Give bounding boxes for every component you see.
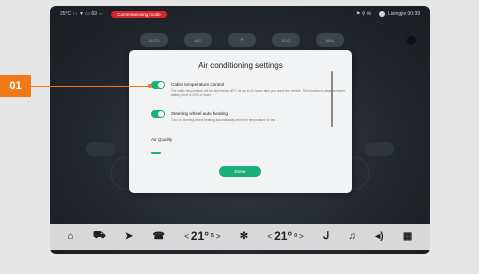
cabin-temp-control-desc: The cabin temperature will be kept below…: [171, 89, 345, 98]
cabin-temp-control-title: Cabin temperature control: [171, 82, 225, 87]
air-quality-indicator: [151, 152, 161, 154]
apps-icon[interactable]: ▦: [403, 231, 412, 242]
done-button[interactable]: Done: [219, 166, 261, 177]
left-temp-decimal: 5: [211, 233, 214, 239]
left-temp-value: 21°: [190, 229, 210, 243]
climate-quick-controls: AUTO A/C ⦿ ECO MAX: [140, 33, 344, 47]
home-icon[interactable]: ⌂: [68, 231, 74, 242]
steering-heating-desc: Turn on steering wheel heating automatic…: [171, 118, 275, 122]
steering-heating-toggle[interactable]: [151, 110, 165, 118]
user-info[interactable]: Lixingjie 00:39: [379, 11, 420, 17]
commissioning-badge: Commissioning mode: [111, 10, 167, 18]
status-bar: 25°C ↑↓ ▼ ▭ 69 ⇔ Commissioning mode ⚑ ⚲ …: [50, 6, 430, 22]
right-temp-down[interactable]: <: [267, 232, 272, 241]
status-icons: ⚑ ⚲ ✉: [355, 11, 372, 17]
left-temp-up[interactable]: >: [216, 232, 221, 241]
volume-icon[interactable]: ◂): [375, 231, 383, 242]
music-icon[interactable]: ♫: [349, 231, 357, 242]
dialog-title: Air conditioning settings: [198, 61, 283, 70]
callout-dot: [148, 84, 152, 88]
callout-line: [31, 86, 151, 87]
right-vent-control[interactable]: [364, 142, 394, 156]
bottom-dock: ⌂ ⛟ ➤ ☎ < 21° 5 > ✻ < 21° 0 > ᒍ ♫ ◂) ▦: [50, 222, 430, 250]
air-conditioning-settings-dialog: Air conditioning settings Cabin temperat…: [129, 50, 352, 193]
seat-heat-icon[interactable]: ᒍ: [323, 231, 329, 242]
settings-icon[interactable]: [407, 36, 416, 45]
cabin-temp-control-toggle[interactable]: [151, 81, 165, 89]
air-quality-label: Air Quality: [151, 137, 173, 142]
steering-heating-title: Steering wheel auto heating: [171, 111, 228, 116]
phone-icon[interactable]: ☎: [152, 231, 164, 242]
eco-button[interactable]: ECO: [272, 33, 300, 47]
left-temp-down[interactable]: <: [184, 232, 189, 241]
left-temperature[interactable]: < 21° 5 >: [184, 229, 220, 243]
right-temp-decimal: 0: [294, 233, 297, 239]
circulation-button[interactable]: ⦿: [228, 33, 256, 47]
fan-icon[interactable]: ✻: [240, 231, 248, 242]
auto-button[interactable]: AUTO: [140, 33, 168, 47]
right-temperature[interactable]: < 21° 0 >: [267, 229, 303, 243]
steering-heating-row: Steering wheel auto heating Turn on stee…: [151, 110, 351, 122]
ac-button[interactable]: A/C: [184, 33, 212, 47]
status-left: 25°C ↑↓ ▼ ▭ 69 ⇔: [60, 11, 104, 17]
avatar: [379, 11, 386, 17]
left-vent-control[interactable]: [86, 142, 116, 156]
user-name-time: Lixingjie 00:39: [388, 11, 420, 17]
max-button[interactable]: MAX: [316, 33, 344, 47]
navigation-icon[interactable]: ➤: [125, 231, 133, 242]
car-icon[interactable]: ⛟: [93, 230, 106, 243]
cabin-temp-control-row: Cabin temperature control The cabin temp…: [151, 81, 351, 98]
callout-badge: 01: [0, 75, 31, 97]
right-temp-up[interactable]: >: [299, 232, 304, 241]
right-temp-value: 21°: [274, 229, 293, 243]
